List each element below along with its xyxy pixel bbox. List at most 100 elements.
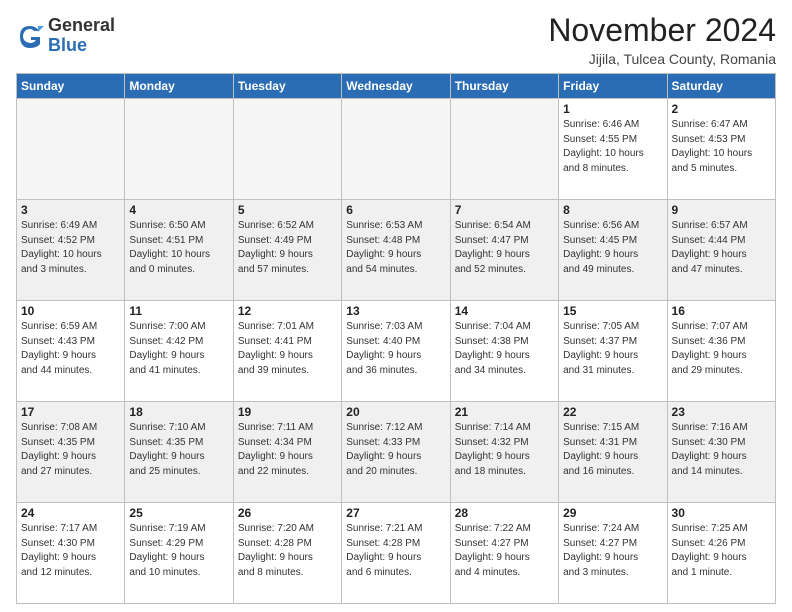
day-number: 20 [346,405,445,419]
table-row: 9 Sunrise: 6:57 AM Sunset: 4:44 PM Daylig… [667,200,775,301]
table-row: 11 Sunrise: 7:00 AM Sunset: 4:42 PM Dayli… [125,301,233,402]
day-number: 23 [672,405,771,419]
table-row: 12 Sunrise: 7:01 AM Sunset: 4:41 PM Dayli… [233,301,341,402]
day-info: Sunrise: 7:22 AM Sunset: 4:27 PM Dayligh… [455,522,554,580]
logo-general-text: General [48,16,115,36]
day-info: Sunrise: 7:00 AM Sunset: 4:42 PM Dayligh… [129,320,228,378]
month-title: November 2024 [548,12,776,49]
day-info: Sunrise: 7:07 AM Sunset: 4:36 PM Dayligh… [672,320,771,378]
day-number: 13 [346,304,445,318]
table-row: 1 Sunrise: 6:46 AM Sunset: 4:55 PM Daylig… [559,99,667,200]
table-row: 23 Sunrise: 7:16 AM Sunset: 4:30 PM Dayli… [667,402,775,503]
day-info: Sunrise: 6:57 AM Sunset: 4:44 PM Dayligh… [672,219,771,277]
day-info: Sunrise: 6:54 AM Sunset: 4:47 PM Dayligh… [455,219,554,277]
table-row: 7 Sunrise: 6:54 AM Sunset: 4:47 PM Daylig… [450,200,558,301]
table-row: 29 Sunrise: 7:24 AM Sunset: 4:27 PM Dayli… [559,503,667,604]
header: General Blue November 2024 Jijila, Tulce… [16,12,776,67]
table-row: 16 Sunrise: 7:07 AM Sunset: 4:36 PM Dayli… [667,301,775,402]
page: General Blue November 2024 Jijila, Tulce… [0,0,792,612]
day-number: 7 [455,203,554,217]
day-number: 2 [672,102,771,116]
day-number: 1 [563,102,662,116]
location: Jijila, Tulcea County, Romania [548,51,776,67]
day-number: 28 [455,506,554,520]
table-row: 28 Sunrise: 7:22 AM Sunset: 4:27 PM Dayli… [450,503,558,604]
table-row: 18 Sunrise: 7:10 AM Sunset: 4:35 PM Dayli… [125,402,233,503]
table-row: 26Sunrise: 7:20 AM Sunset: 4:28 PM Dayli… [233,503,341,604]
day-info: Sunrise: 7:01 AM Sunset: 4:41 PM Dayligh… [238,320,337,378]
calendar-week-row: 10 Sunrise: 6:59 AM Sunset: 4:43 PM Dayli… [17,301,776,402]
table-row: 19Sunrise: 7:11 AM Sunset: 4:34 PM Dayli… [233,402,341,503]
table-row [233,99,341,200]
logo-text: General Blue [48,16,115,56]
logo-icon [16,22,44,50]
day-number: 18 [129,405,228,419]
day-number: 5 [238,203,337,217]
day-info: Sunrise: 6:59 AM Sunset: 4:43 PM Dayligh… [21,320,120,378]
day-number: 21 [455,405,554,419]
table-row: 15 Sunrise: 7:05 AM Sunset: 4:37 PM Dayli… [559,301,667,402]
table-row: 14Sunrise: 7:04 AM Sunset: 4:38 PM Dayli… [450,301,558,402]
day-number: 10 [21,304,120,318]
logo-blue-text: Blue [48,36,115,56]
calendar-week-row: 1 Sunrise: 6:46 AM Sunset: 4:55 PM Daylig… [17,99,776,200]
day-info: Sunrise: 7:04 AM Sunset: 4:38 PM Dayligh… [455,320,554,378]
table-row: 2 Sunrise: 6:47 AM Sunset: 4:53 PM Daylig… [667,99,775,200]
day-number: 30 [672,506,771,520]
day-number: 9 [672,203,771,217]
day-number: 3 [21,203,120,217]
day-info: Sunrise: 6:52 AM Sunset: 4:49 PM Dayligh… [238,219,337,277]
day-info: Sunrise: 6:46 AM Sunset: 4:55 PM Dayligh… [563,118,662,176]
day-info: Sunrise: 7:24 AM Sunset: 4:27 PM Dayligh… [563,522,662,580]
day-number: 17 [21,405,120,419]
calendar-week-row: 24Sunrise: 7:17 AM Sunset: 4:30 PM Dayli… [17,503,776,604]
header-sunday: Sunday [17,74,125,99]
day-number: 12 [238,304,337,318]
day-info: Sunrise: 6:53 AM Sunset: 4:48 PM Dayligh… [346,219,445,277]
table-row: 13Sunrise: 7:03 AM Sunset: 4:40 PM Dayli… [342,301,450,402]
table-row: 20 Sunrise: 7:12 AM Sunset: 4:33 PM Dayli… [342,402,450,503]
table-row: 22 Sunrise: 7:15 AM Sunset: 4:31 PM Dayli… [559,402,667,503]
day-number: 29 [563,506,662,520]
table-row [342,99,450,200]
day-info: Sunrise: 6:50 AM Sunset: 4:51 PM Dayligh… [129,219,228,277]
day-info: Sunrise: 7:21 AM Sunset: 4:28 PM Dayligh… [346,522,445,580]
calendar-week-row: 3Sunrise: 6:49 AM Sunset: 4:52 PM Daylig… [17,200,776,301]
table-row: 3Sunrise: 6:49 AM Sunset: 4:52 PM Daylig… [17,200,125,301]
header-monday: Monday [125,74,233,99]
day-info: Sunrise: 7:08 AM Sunset: 4:35 PM Dayligh… [21,421,120,479]
day-number: 4 [129,203,228,217]
calendar-week-row: 17 Sunrise: 7:08 AM Sunset: 4:35 PM Dayli… [17,402,776,503]
day-number: 8 [563,203,662,217]
table-row: 6Sunrise: 6:53 AM Sunset: 4:48 PM Daylig… [342,200,450,301]
header-friday: Friday [559,74,667,99]
day-info: Sunrise: 7:12 AM Sunset: 4:33 PM Dayligh… [346,421,445,479]
table-row: 5 Sunrise: 6:52 AM Sunset: 4:49 PM Daylig… [233,200,341,301]
day-info: Sunrise: 7:17 AM Sunset: 4:30 PM Dayligh… [21,522,120,580]
day-info: Sunrise: 7:10 AM Sunset: 4:35 PM Dayligh… [129,421,228,479]
logo: General Blue [16,16,115,56]
day-number: 16 [672,304,771,318]
table-row [17,99,125,200]
day-info: Sunrise: 7:15 AM Sunset: 4:31 PM Dayligh… [563,421,662,479]
day-info: Sunrise: 7:19 AM Sunset: 4:29 PM Dayligh… [129,522,228,580]
day-number: 11 [129,304,228,318]
day-number: 26 [238,506,337,520]
table-row: 30Sunrise: 7:25 AM Sunset: 4:26 PM Dayli… [667,503,775,604]
header-thursday: Thursday [450,74,558,99]
day-number: 22 [563,405,662,419]
day-info: Sunrise: 6:47 AM Sunset: 4:53 PM Dayligh… [672,118,771,176]
day-info: Sunrise: 7:05 AM Sunset: 4:37 PM Dayligh… [563,320,662,378]
day-number: 19 [238,405,337,419]
table-row: 8Sunrise: 6:56 AM Sunset: 4:45 PM Daylig… [559,200,667,301]
day-number: 25 [129,506,228,520]
day-info: Sunrise: 7:16 AM Sunset: 4:30 PM Dayligh… [672,421,771,479]
table-row: 25 Sunrise: 7:19 AM Sunset: 4:29 PM Dayli… [125,503,233,604]
day-number: 15 [563,304,662,318]
header-wednesday: Wednesday [342,74,450,99]
day-info: Sunrise: 7:14 AM Sunset: 4:32 PM Dayligh… [455,421,554,479]
table-row: 10 Sunrise: 6:59 AM Sunset: 4:43 PM Dayli… [17,301,125,402]
title-block: November 2024 Jijila, Tulcea County, Rom… [548,12,776,67]
calendar-header-row: Sunday Monday Tuesday Wednesday Thursday… [17,74,776,99]
calendar-table: Sunday Monday Tuesday Wednesday Thursday… [16,73,776,604]
